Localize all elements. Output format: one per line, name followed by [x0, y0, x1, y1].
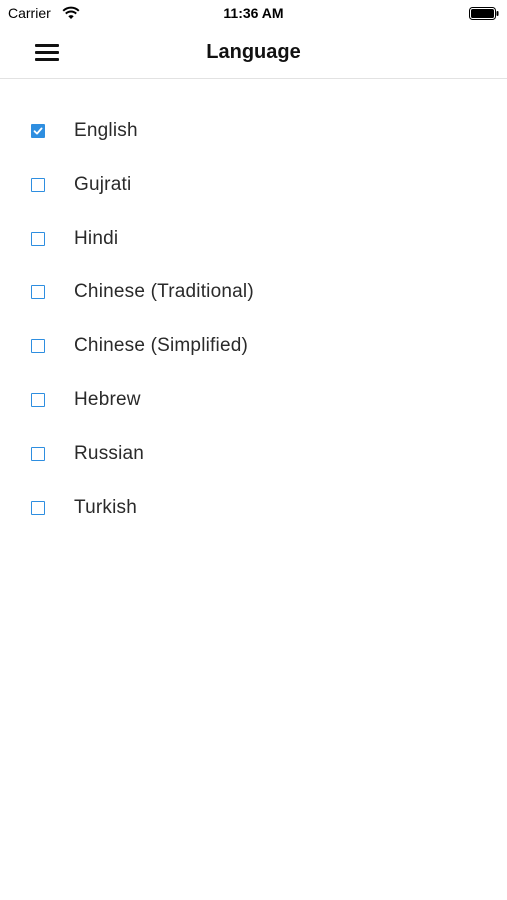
checkbox-unchecked-icon[interactable]	[31, 392, 45, 407]
language-label: Hebrew	[74, 388, 141, 410]
language-label: Chinese (Traditional)	[74, 281, 254, 303]
language-option-chinese-traditional[interactable]: Chinese (Traditional)	[0, 265, 507, 319]
language-option-english[interactable]: English	[0, 104, 507, 158]
checkbox-unchecked-icon[interactable]	[31, 446, 45, 461]
language-option-russian[interactable]: Russian	[0, 427, 507, 481]
checkbox-unchecked-icon[interactable]	[31, 285, 45, 300]
language-label: Chinese (Simplified)	[74, 335, 249, 357]
language-label: Russian	[74, 442, 145, 464]
language-option-chinese-simplified[interactable]: Chinese (Simplified)	[0, 319, 507, 373]
checkbox-unchecked-icon[interactable]	[31, 177, 45, 192]
language-option-hindi[interactable]: Hindi	[0, 212, 507, 266]
status-bar: Carrier 11:36 AM	[0, 0, 507, 28]
checkbox-unchecked-icon[interactable]	[31, 500, 45, 515]
nav-bar: Language	[0, 28, 507, 79]
language-label: Hindi	[74, 227, 119, 249]
language-list: English Gujrati Hindi Chinese (Traditional)…	[0, 104, 507, 534]
language-label: Turkish	[74, 496, 137, 518]
battery-icon	[469, 7, 499, 20]
checkbox-unchecked-icon[interactable]	[31, 231, 45, 246]
page-title: Language	[206, 41, 301, 63]
language-label: English	[74, 120, 138, 141]
status-time: 11:36 AM	[223, 5, 284, 21]
language-option-gujrati[interactable]: Gujrati	[0, 158, 507, 212]
language-label: Gujrati	[74, 173, 132, 195]
language-option-turkish[interactable]: Turkish	[0, 481, 507, 535]
checkbox-checked-icon[interactable]	[31, 124, 45, 138]
checkbox-unchecked-icon[interactable]	[31, 339, 45, 354]
language-option-hebrew[interactable]: Hebrew	[0, 373, 507, 427]
